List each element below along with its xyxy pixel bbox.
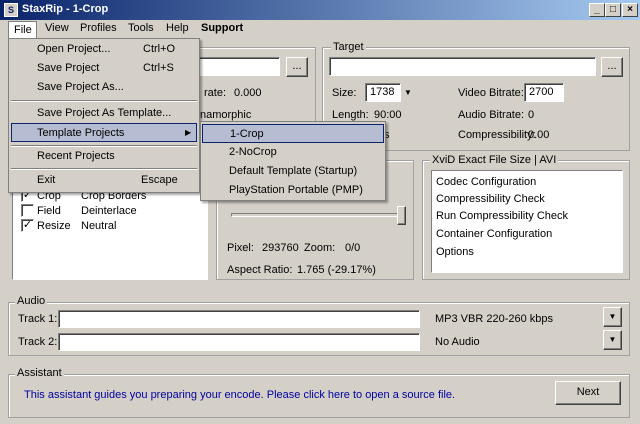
menu-separator	[11, 100, 197, 102]
compressibility-value: 0.00	[528, 129, 550, 141]
zoom-label: Zoom:	[304, 242, 336, 254]
template-projects-item[interactable]: Template Projects	[11, 123, 197, 142]
track2-menu-arrow-icon[interactable]: ▼	[603, 330, 622, 350]
options-item[interactable]: Options	[436, 246, 474, 258]
aspect-ratio-label: Aspect Ratio:	[227, 264, 293, 276]
video-bitrate-label: Video Bitrate:	[458, 87, 524, 99]
maximize-button[interactable]: □	[605, 3, 621, 17]
target-file-field[interactable]	[329, 57, 596, 76]
size-input[interactable]: 1738	[365, 83, 401, 102]
frame-rate-label: rate:	[204, 87, 227, 99]
save-project-shortcut: Ctrl+S	[143, 62, 174, 74]
next-button[interactable]: Next	[555, 381, 621, 405]
pixel-label: Pixel:	[227, 242, 254, 254]
exit-shortcut: Escape	[141, 174, 178, 186]
track2-label: Track 2:	[18, 336, 58, 348]
size-dropdown-arrow-icon[interactable]: ▼	[404, 88, 412, 97]
template-psp-item[interactable]: PlayStation Portable (PMP)	[229, 181, 363, 200]
save-project-item[interactable]: Save Project	[37, 59, 99, 78]
source-file-field[interactable]	[196, 57, 280, 76]
filter-resize-value: Neutral	[81, 220, 117, 232]
save-as-template-item[interactable]: Save Project As Template...	[37, 104, 171, 123]
source-browse-button[interactable]: ...	[286, 57, 308, 77]
run-compressibility-check-item[interactable]: Run Compressibility Check	[436, 210, 568, 222]
target-browse-button[interactable]: ...	[601, 57, 623, 77]
video-bitrate-input[interactable]: 2700	[524, 83, 564, 102]
audio-group-title: Audio	[15, 295, 48, 307]
staxrip-app-icon[interactable]: S	[4, 3, 18, 17]
menu-profiles[interactable]: Profiles	[73, 21, 124, 37]
file-menu-dropdown: Open Project... Ctrl+O Save Project Ctrl…	[8, 38, 200, 193]
track1-menu-arrow-icon[interactable]: ▼	[603, 307, 622, 327]
filter-field-value: Deinterlace	[81, 205, 137, 217]
length-label: Length:	[332, 109, 369, 121]
audio-bitrate-value: 0	[528, 109, 535, 121]
filter-resize-checkbox[interactable]: ✓	[21, 219, 34, 232]
template-2-nocrop-item[interactable]: 2-NoCrop	[229, 143, 277, 162]
codec-configuration-item[interactable]: Codec Configuration	[436, 176, 536, 188]
track2-profile: No Audio	[435, 336, 480, 348]
track2-input[interactable]	[58, 333, 420, 351]
target-group-title: Target	[331, 41, 366, 53]
menu-file[interactable]: File	[8, 21, 37, 39]
menu-tools[interactable]: Tools	[121, 21, 161, 37]
assistant-group-title: Assistant	[15, 367, 64, 379]
track1-label: Track 1:	[18, 313, 58, 325]
recent-projects-item[interactable]: Recent Projects	[37, 147, 115, 166]
track1-profile: MP3 VBR 220-260 kbps	[435, 313, 554, 325]
assistant-message[interactable]: This assistant guides you preparing your…	[24, 389, 455, 401]
window-title: StaxRip - 1-Crop	[22, 3, 109, 15]
zoom-value: 0/0	[345, 242, 361, 254]
compressibility-check-item[interactable]: Compressibility Check	[436, 193, 545, 205]
save-project-as-item[interactable]: Save Project As...	[37, 78, 124, 97]
encoder-group-title: XviD Exact File Size | AVI	[430, 154, 559, 166]
audio-bitrate-label: Audio Bitrate:	[458, 109, 525, 121]
resize-slider-thumb[interactable]	[397, 206, 406, 225]
menu-help[interactable]: Help	[159, 21, 196, 37]
menu-support[interactable]: Support	[194, 21, 250, 37]
exit-item[interactable]: Exit	[37, 171, 55, 190]
template-default-item[interactable]: Default Template (Startup)	[229, 162, 357, 181]
track1-input[interactable]	[58, 310, 420, 328]
length-value: 90:00	[374, 109, 402, 121]
filter-field-checkbox[interactable]	[21, 204, 34, 217]
filter-resize-name: Resize	[37, 220, 71, 232]
menu-separator	[11, 168, 197, 170]
menu-view[interactable]: View	[38, 21, 76, 37]
pixel-value: 293760	[262, 242, 299, 254]
compressibility-label: Compressibility:	[458, 129, 536, 141]
resize-slider-track	[231, 213, 405, 217]
template-1-crop-item[interactable]: 1-Crop	[202, 124, 384, 143]
aspect-ratio-value: 1.765 (-29.17%)	[297, 264, 376, 276]
open-project-shortcut: Ctrl+O	[143, 43, 176, 55]
frame-rate-value: 0.000	[234, 87, 262, 99]
submenu-arrow-icon: ▶	[185, 128, 192, 137]
container-configuration-item[interactable]: Container Configuration	[436, 228, 552, 240]
anamorphic-label: namorphic	[200, 109, 252, 121]
close-button[interactable]: ×	[622, 3, 638, 17]
minimize-button[interactable]: _	[589, 3, 605, 17]
open-project-item[interactable]: Open Project...	[37, 40, 110, 59]
filter-field-name: Field	[37, 205, 61, 217]
template-submenu: 1-Crop 2-NoCrop Default Template (Startu…	[200, 121, 386, 201]
size-label: Size:	[332, 87, 357, 99]
